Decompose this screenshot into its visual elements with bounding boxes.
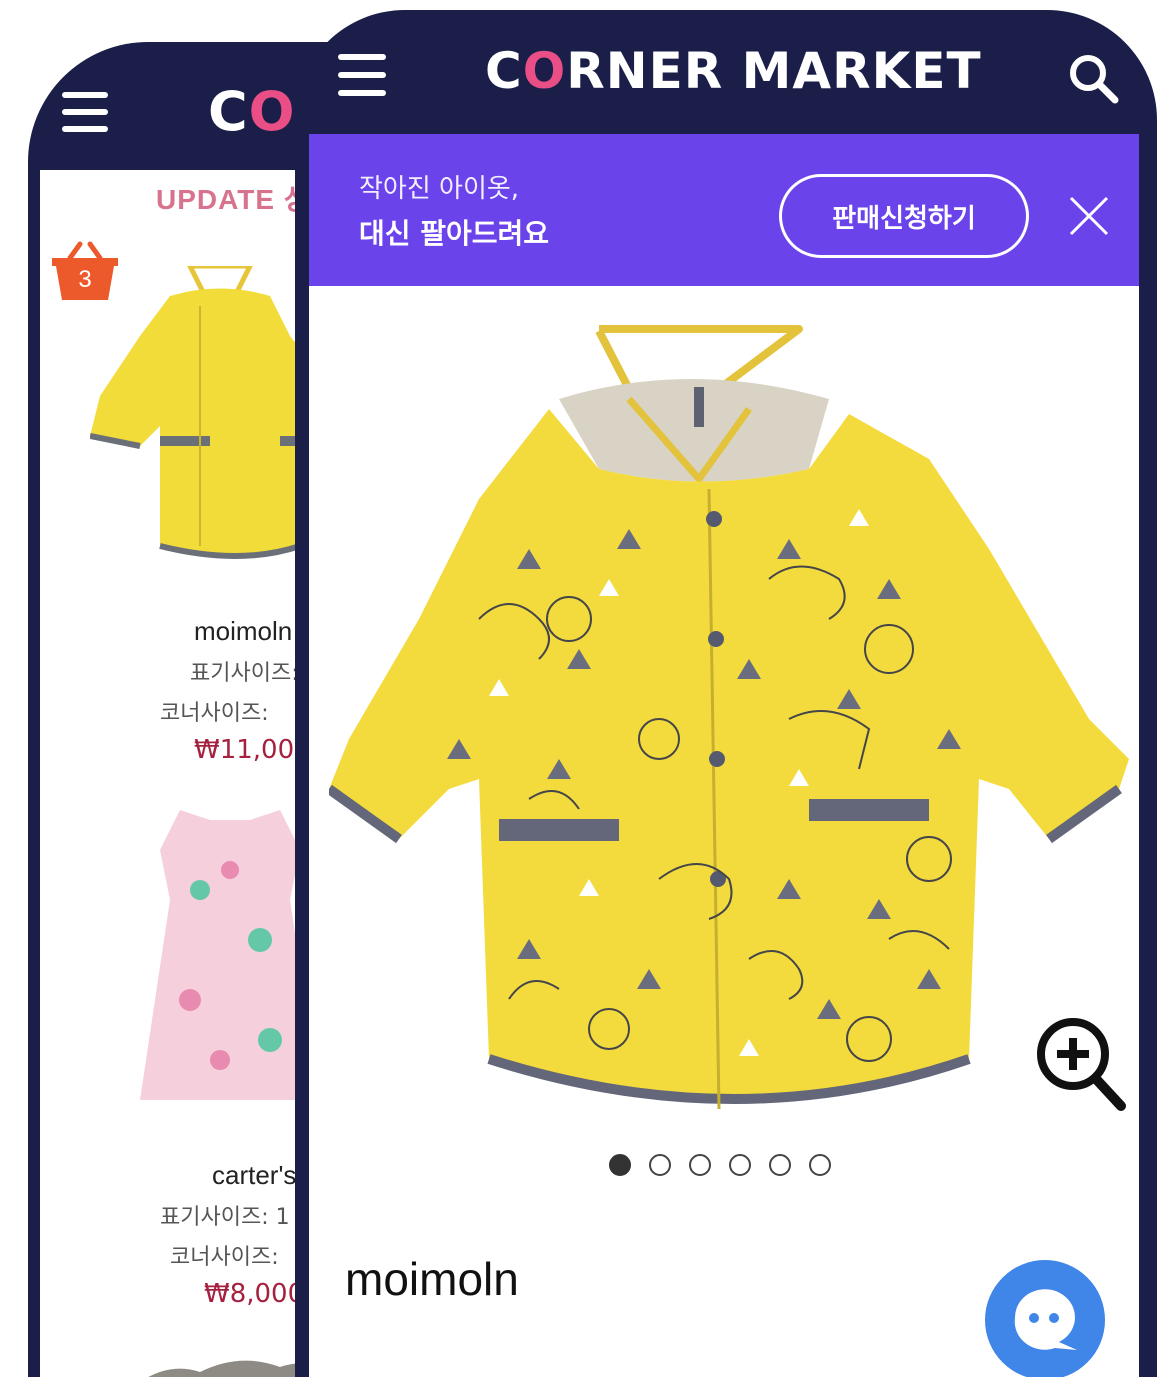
product-brand: moimoln: [194, 616, 293, 646]
sell-request-banner: 작아진 아이옷, 대신 팔아드려요 판매신청하기: [309, 134, 1139, 286]
corner-market-logo[interactable]: CORNER MARKET: [485, 42, 982, 100]
back-logo-o: O: [248, 80, 296, 143]
label-size: 표기사이즈:: [190, 661, 299, 686]
carousel-dot[interactable]: [609, 1154, 631, 1176]
logo-c: C: [485, 42, 523, 100]
product-image[interactable]: [329, 319, 1129, 1119]
back-menu-button[interactable]: [62, 92, 108, 132]
product-info: carter's 표기사이즈: 1 코너사이즈: ₩8,000: [160, 1160, 304, 1309]
zoom-in-icon[interactable]: [1033, 1014, 1129, 1114]
front-phone: CORNER MARKET 작아진 아이옷, 대신 팔아드려요 판매신청하기 m…: [295, 10, 1157, 1377]
app-header: CORNER MARKET: [295, 10, 1157, 134]
close-icon[interactable]: [1069, 196, 1109, 236]
banner-subtitle: 작아진 아이옷,: [359, 174, 520, 204]
raincoat-thumbnail: [90, 266, 330, 559]
carousel-dot[interactable]: [809, 1154, 831, 1176]
corner-size: 코너사이즈:: [170, 1245, 279, 1270]
carousel-dot[interactable]: [769, 1154, 791, 1176]
sell-request-button[interactable]: 판매신청하기: [779, 174, 1029, 258]
menu-button[interactable]: [338, 54, 386, 102]
label-size: 표기사이즈: 1: [160, 1205, 290, 1230]
carousel-dot[interactable]: [729, 1154, 751, 1176]
logo-rest: RNER MARKET: [566, 42, 982, 100]
logo-o: O: [522, 42, 567, 100]
carousel-dot[interactable]: [689, 1154, 711, 1176]
banner-title: 대신 팔아드려요: [359, 217, 550, 250]
product-price: ₩11,000: [194, 735, 311, 765]
product-brand: carter's: [212, 1160, 297, 1190]
product-brand-title: moimoln: [345, 1253, 519, 1305]
update-section-title: UPDATE 상: [156, 184, 311, 215]
back-logo[interactable]: CO: [208, 80, 296, 143]
product-info: moimoln 표기사이즈: 코너사이즈: ₩11,000: [160, 616, 311, 765]
search-icon[interactable]: [1065, 50, 1121, 106]
corner-size: 코너사이즈:: [160, 701, 269, 726]
carousel-indicator: [609, 1154, 831, 1176]
chat-button[interactable]: [985, 1260, 1105, 1377]
back-logo-c: C: [208, 80, 249, 143]
chat-bubble-icon: [1014, 1289, 1077, 1350]
carousel-dot[interactable]: [649, 1154, 671, 1176]
product-price: ₩8,000: [204, 1279, 305, 1309]
product-screen: 작아진 아이옷, 대신 팔아드려요 판매신청하기 moimoln: [309, 134, 1139, 1377]
